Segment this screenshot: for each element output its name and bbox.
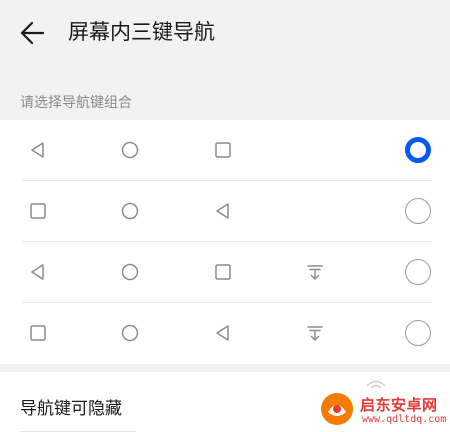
nav-option-row[interactable]: [0, 303, 450, 364]
back-triangle-icon: [27, 261, 49, 283]
page-title: 屏幕内三键导航: [68, 20, 215, 44]
recent-square-icon: [27, 200, 49, 222]
recent-square-icon: [27, 322, 49, 344]
nav-option-row[interactable]: [0, 242, 450, 303]
home-circle-icon: [119, 261, 141, 283]
back-triangle-icon: [212, 200, 234, 222]
back-triangle-icon: [27, 139, 49, 161]
watermark-signal-icon: [366, 380, 386, 389]
back-button[interactable]: [14, 16, 50, 50]
home-circle-icon: [119, 139, 141, 161]
section-gap: [0, 364, 450, 372]
option-radio[interactable]: [405, 259, 431, 285]
option-radio[interactable]: [405, 137, 431, 163]
recent-square-icon: [212, 261, 234, 283]
watermark-logo-icon: [321, 393, 353, 425]
home-circle-icon: [119, 322, 141, 344]
notification-pull-icon: [304, 322, 326, 344]
watermark-url: www.qdltdq.com: [362, 414, 447, 425]
back-triangle-icon: [212, 322, 234, 344]
home-circle-icon: [119, 200, 141, 222]
nav-option-row[interactable]: [0, 120, 450, 181]
notification-pull-icon: [304, 261, 326, 283]
arrow-left-icon: [20, 21, 45, 45]
title-bar: 屏幕内三键导航: [0, 0, 450, 64]
section-label: 请选择导航键组合: [20, 95, 132, 111]
navigation-options-list: [0, 120, 450, 364]
hideable-setting-label: 导航键可隐藏: [20, 399, 122, 419]
recent-square-icon: [212, 139, 234, 161]
option-radio[interactable]: [405, 198, 431, 224]
option-radio[interactable]: [405, 320, 431, 346]
nav-option-row[interactable]: [0, 181, 450, 242]
watermark-text: 启东安卓网: [360, 396, 438, 414]
